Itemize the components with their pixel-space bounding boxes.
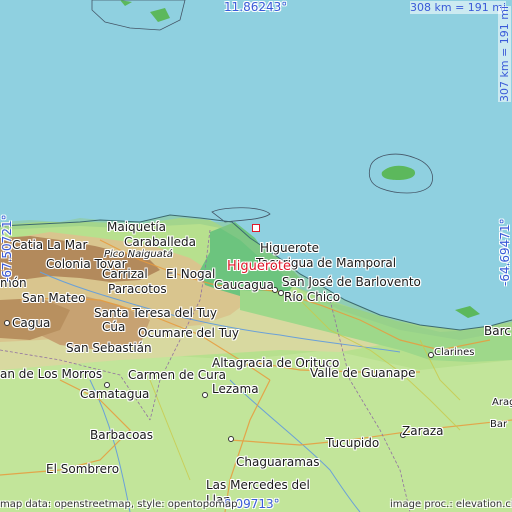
place-label-higuerote: Higuerote — [260, 241, 320, 255]
place-label-el-sombrero: El Sombrero — [46, 462, 120, 476]
place-label-el-nogal: El Nogal — [166, 267, 216, 281]
place-label-tucupido: Tucupido — [326, 436, 380, 450]
coord-top: 11.86243° — [224, 0, 288, 14]
place-label-ocumare: Ocumare del Tuy — [138, 326, 239, 340]
place-label-caucagua: Caucagua — [214, 278, 274, 292]
place-label-los-morros: an de Los Morros — [0, 367, 103, 381]
place-label-cua: Cúa — [102, 320, 126, 334]
place-label-las-mercedes: Las Mercedes del — [206, 478, 310, 492]
lezama-dot — [202, 392, 208, 398]
place-label-cagua: Cagua — [12, 316, 51, 330]
place-label-san-mateo: San Mateo — [22, 291, 86, 305]
cagua-dot — [4, 320, 10, 326]
place-label-san-jose: San José de Barlovento — [282, 275, 421, 289]
place-label-aragua: Arag — [492, 397, 512, 408]
map-credit-left: map data: openstreetmap, style: opentopo… — [0, 499, 238, 510]
place-label-carmen-cura: Carmen de Cura — [128, 368, 227, 382]
higuerote-marker[interactable] — [252, 224, 260, 232]
place-label-barbacoas: Barbacoas — [90, 428, 154, 442]
place-label-rio-chico: Río Chico — [284, 290, 341, 304]
place-label-valle-guanape: Valle de Guanape — [310, 366, 416, 380]
scale-vertical: 307 km = 191 mi — [498, 5, 511, 102]
place-label-maiquetia: Maiquetía — [107, 220, 167, 234]
place-label-highlight[interactable]: Higuerote — [227, 260, 291, 274]
place-label-barcel: Bar — [490, 419, 508, 430]
place-label-san-sebastian: San Sebastián — [66, 341, 152, 355]
place-label-barcelona: Barc — [484, 324, 511, 338]
place-label-zaraza: Zaraza — [402, 424, 444, 438]
place-label-santa-teresa: Santa Teresa del Tuy — [94, 306, 217, 320]
place-label-catia-la-mar: Catia La Mar — [12, 238, 88, 252]
place-label-clarines: Clarines — [434, 347, 475, 358]
place-label-caraballeda: Caraballeda — [124, 235, 197, 249]
place-label-carrizal: Carrizal — [102, 267, 148, 281]
chaguaramas-dot — [228, 436, 234, 442]
topographic-map[interactable]: Maiquetía Catia La Mar Caraballeda Higue… — [0, 0, 512, 512]
scale-horizontal: 308 km = 191 mi — [410, 1, 507, 14]
map-credit-right: image proc.: elevation.city — [390, 499, 512, 510]
place-label-camatagua: Camatagua — [80, 387, 150, 401]
place-label-chaguaramas: Chaguaramas — [236, 455, 320, 469]
place-label-paracotos: Paracotos — [108, 282, 167, 296]
place-label-lezama: Lezama — [212, 382, 259, 396]
coord-left: -67.50721° — [0, 214, 14, 282]
coord-right: -64.69471° — [498, 218, 512, 286]
